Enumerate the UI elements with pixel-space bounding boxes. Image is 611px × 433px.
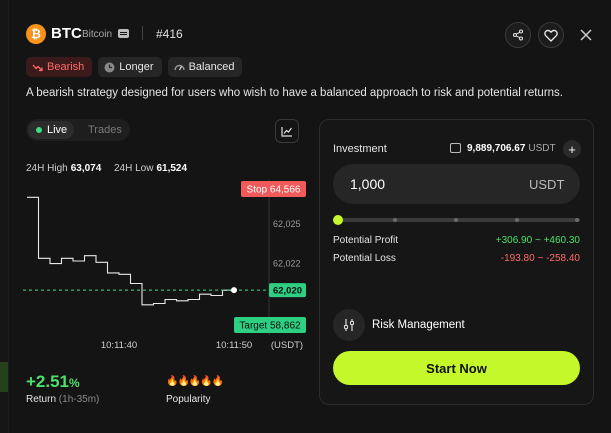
current-price-dot xyxy=(231,287,237,294)
tag-label: Bearish xyxy=(47,61,85,73)
popularity-label: Popularity xyxy=(166,394,211,405)
header-divider xyxy=(142,26,143,40)
tag-bearish: Bearish xyxy=(26,57,93,77)
slider-handle[interactable] xyxy=(333,215,343,225)
trend-down-icon xyxy=(32,64,43,71)
heart-icon xyxy=(544,29,558,42)
start-now-button[interactable]: Start Now xyxy=(333,351,580,385)
bitcoin-icon: ₿ xyxy=(26,24,46,44)
wallet-icon xyxy=(450,143,461,153)
sliders-icon xyxy=(343,319,355,331)
gauge-icon xyxy=(173,64,185,70)
high-label: 24H High xyxy=(26,163,68,174)
low-24h: 24H Low 61,524 xyxy=(114,163,187,174)
potential-loss-label: Potential Loss xyxy=(333,253,396,264)
investment-panel: Investment 9,889,706.67USDT + USDT Poten… xyxy=(319,119,594,405)
close-icon xyxy=(580,29,592,41)
popularity-fire-icons: 🔥🔥🔥🔥🔥 xyxy=(166,376,224,387)
stop-label: Stop 64,566 xyxy=(247,185,301,196)
return-value: +2.51% xyxy=(26,372,80,392)
tag-label: Longer xyxy=(119,61,154,73)
modal-header: ₿ BTC Bitcoin #416 xyxy=(9,0,611,56)
price-line xyxy=(27,196,234,306)
background-highlight xyxy=(0,362,8,392)
target-label: Target 58,862 xyxy=(239,321,301,332)
tab-trades[interactable]: Trades xyxy=(88,124,122,136)
tag-longer: Longer xyxy=(98,57,162,77)
return-number: +2.51 xyxy=(26,372,70,391)
high-24h: 24H High 63,074 xyxy=(26,163,101,174)
risk-management-button[interactable] xyxy=(333,309,365,341)
low-value: 61,524 xyxy=(156,163,188,174)
tag-balanced: Balanced xyxy=(167,57,243,77)
high-value: 63,074 xyxy=(70,163,102,174)
price-chart: 62,025 62,022 62,020 Stop 64,566 Target 58,8… xyxy=(23,180,306,351)
potential-profit-label: Potential Profit xyxy=(333,235,399,246)
risk-management-label[interactable]: Risk Management xyxy=(372,319,465,331)
return-label-text: Return xyxy=(26,394,57,405)
slider-tick xyxy=(515,218,519,222)
clock-icon xyxy=(104,62,115,72)
balance-value: 9,889,706.67 xyxy=(467,143,526,154)
x-tick-label: 10:11:50 xyxy=(216,340,252,351)
tab-live-label: Live xyxy=(47,124,68,136)
slider-track xyxy=(339,218,580,222)
unit-label: (USDT) xyxy=(271,340,303,351)
x-tick-label: 10:11:40 xyxy=(101,340,137,351)
wallet-balance: 9,889,706.67 USDT xyxy=(467,143,556,154)
share-icon xyxy=(512,29,524,41)
line-chart-icon xyxy=(281,126,292,137)
strategy-modal: ₿ BTC Bitcoin #416 Bearish Longer Balanc… xyxy=(8,0,611,433)
background-page xyxy=(0,0,8,433)
balance-unit: USDT xyxy=(528,143,556,154)
close-button[interactable] xyxy=(575,24,597,46)
potential-loss-value: -193.80 ~ -258.40 xyxy=(500,253,580,264)
coin-name: Bitcoin xyxy=(82,29,113,40)
potential-profit-row: Potential Profit +306.90 ~ +460.30 xyxy=(333,235,580,246)
share-button[interactable] xyxy=(505,22,531,48)
tag-label: Balanced xyxy=(188,61,235,73)
chat-icon[interactable] xyxy=(118,29,129,38)
tab-live[interactable]: Live xyxy=(28,121,74,139)
slider-tick xyxy=(575,218,579,222)
potential-profit-value: +306.90 ~ +460.30 xyxy=(495,235,580,246)
slider-tick xyxy=(393,218,397,222)
favorite-button[interactable] xyxy=(538,22,564,48)
strategy-description: A bearish strategy designed for users wh… xyxy=(26,87,563,99)
strategy-tags: Bearish Longer Balanced xyxy=(26,57,243,77)
y-tick-label: 62,025 xyxy=(273,219,301,229)
slider-tick xyxy=(454,218,458,222)
return-period: (1h-35m) xyxy=(58,394,100,405)
investment-unit: USDT xyxy=(529,177,565,192)
coin-symbol: BTC xyxy=(51,25,82,42)
current-price-label: 62,020 xyxy=(273,286,302,297)
view-toggle: Live Trades xyxy=(26,119,130,141)
low-label: 24H Low xyxy=(114,163,154,174)
return-unit: % xyxy=(69,376,80,390)
chart-type-button[interactable] xyxy=(275,119,299,143)
y-tick-label: 62,022 xyxy=(273,259,301,269)
potential-loss-row: Potential Loss -193.80 ~ -258.40 xyxy=(333,253,580,264)
strategy-rank: #416 xyxy=(156,27,183,41)
investment-slider[interactable] xyxy=(333,214,580,226)
add-funds-button[interactable]: + xyxy=(563,140,581,158)
live-dot-icon xyxy=(36,127,42,133)
return-label: Return (1h-35m) xyxy=(26,394,99,405)
investment-label: Investment xyxy=(333,143,387,155)
